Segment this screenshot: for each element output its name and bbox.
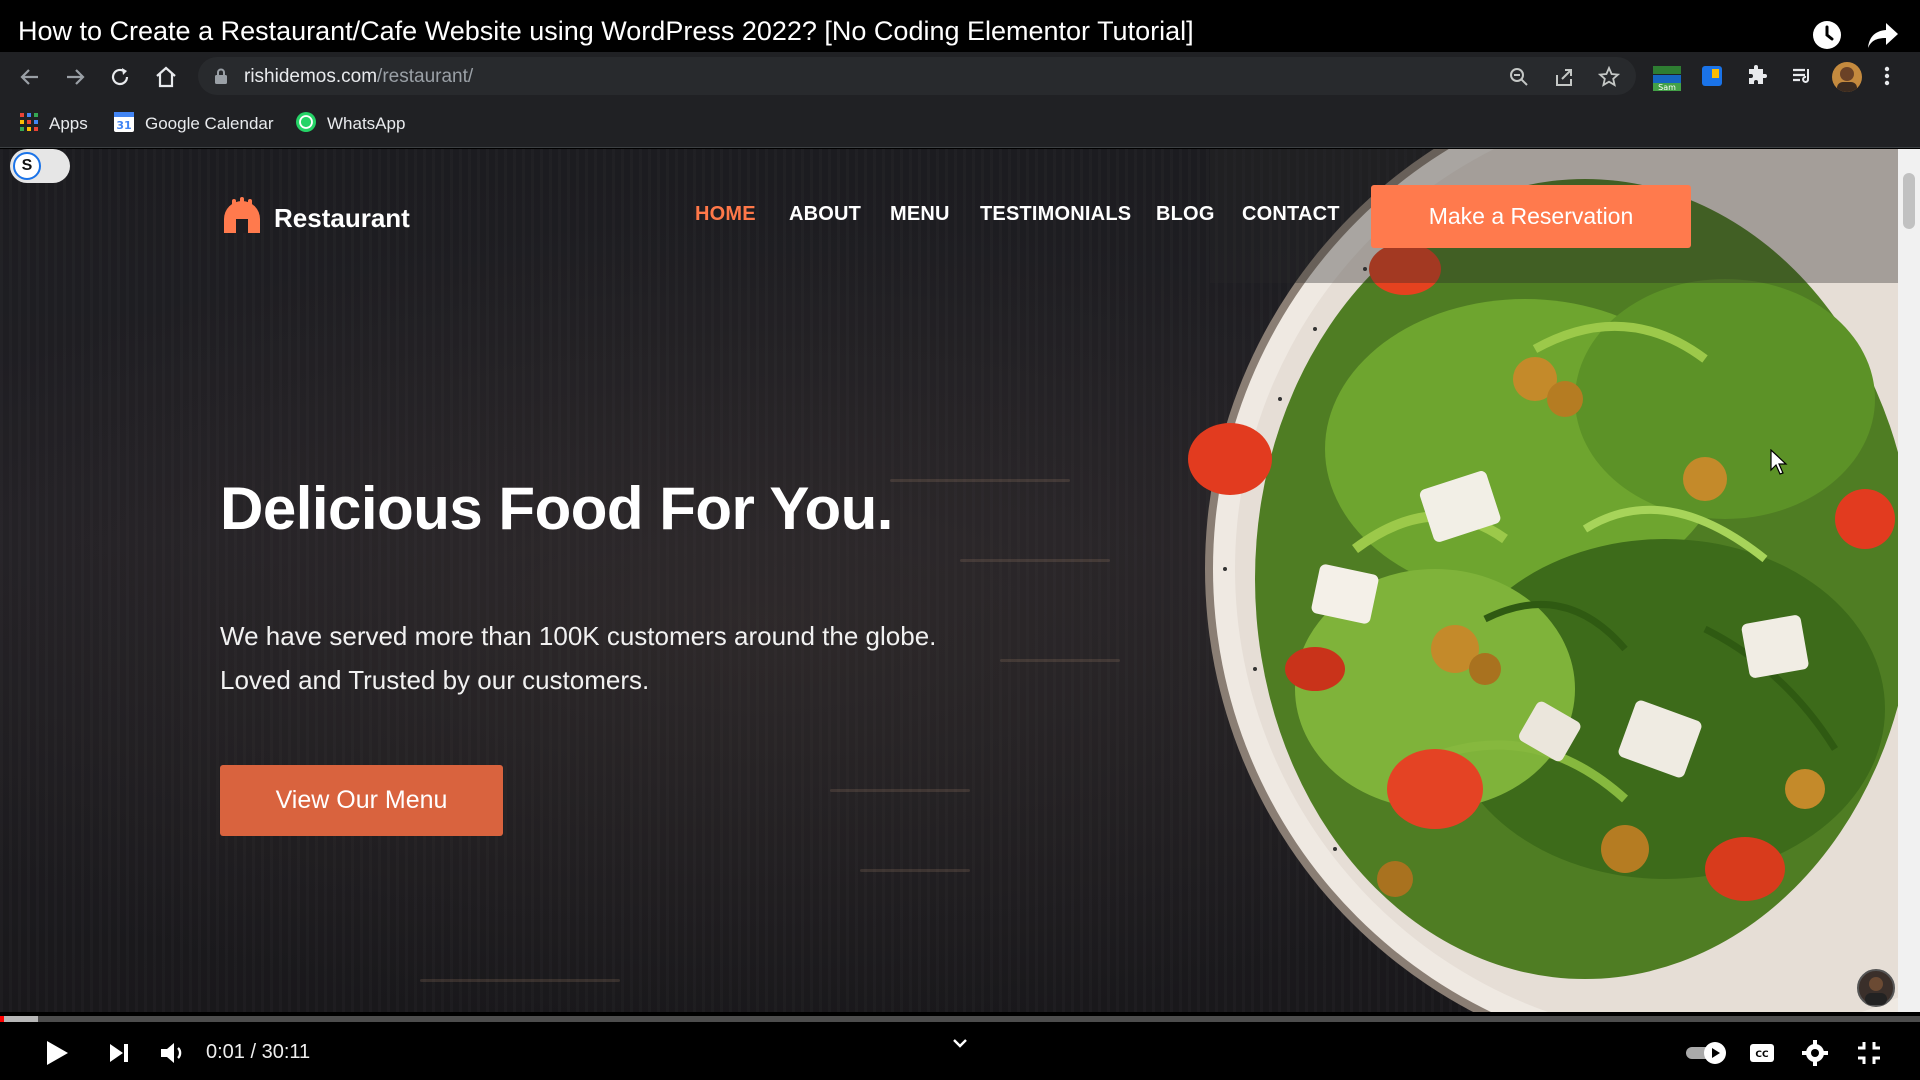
site-logo[interactable]: Restaurant bbox=[220, 197, 410, 240]
bookmark-label: Google Calendar bbox=[145, 114, 274, 133]
nav-menu[interactable]: MENU bbox=[890, 203, 950, 226]
time-display: 0:01 / 30:11 bbox=[206, 1041, 311, 1063]
play-icon[interactable] bbox=[42, 1038, 72, 1068]
extensions-icon[interactable] bbox=[1745, 64, 1773, 92]
share-page-icon[interactable] bbox=[1553, 66, 1575, 88]
video-title-bar: How to Create a Restaurant/Cafe Website … bbox=[0, 0, 1920, 52]
hero-title: Delicious Food For You. bbox=[220, 475, 893, 542]
restaurant-logo-icon bbox=[220, 197, 264, 240]
bookmark-whatsapp[interactable]: WhatsApp bbox=[295, 111, 406, 138]
whatsapp-icon bbox=[295, 111, 317, 138]
extension-toggle[interactable]: S bbox=[10, 149, 70, 183]
wood-texture bbox=[1000, 659, 1120, 662]
exit-fullscreen-icon[interactable] bbox=[1854, 1038, 1884, 1068]
toggle-knob: S bbox=[13, 152, 41, 180]
website-viewport: S Restaurant HOME ABOUT MENU TESTIMONIAL… bbox=[0, 149, 1898, 1012]
url-text[interactable]: rishidemos.com/restaurant/ bbox=[244, 66, 473, 88]
bookmark-google-calendar[interactable]: 31 Google Calendar bbox=[113, 111, 274, 138]
presenter-avatar bbox=[1857, 969, 1895, 1007]
address-bar[interactable]: rishidemos.com/restaurant/ bbox=[198, 57, 1636, 95]
docs-extension-icon[interactable] bbox=[1700, 64, 1728, 92]
bookmarks-bar: Apps 31 Google Calendar WhatsApp bbox=[0, 100, 1920, 148]
lock-icon[interactable] bbox=[214, 68, 228, 89]
nav-testimonials[interactable]: TESTIMONIALS bbox=[980, 203, 1131, 226]
google-calendar-icon: 31 bbox=[113, 111, 135, 138]
forward-icon[interactable] bbox=[62, 64, 88, 90]
wood-texture bbox=[860, 869, 970, 872]
svg-text:Sam: Sam bbox=[1658, 83, 1676, 92]
wood-texture bbox=[960, 559, 1110, 562]
captions-icon[interactable]: CC bbox=[1747, 1038, 1777, 1068]
home-icon[interactable] bbox=[153, 64, 179, 90]
scrollbar-thumb[interactable] bbox=[1903, 173, 1915, 229]
url-path: /restaurant/ bbox=[377, 66, 474, 87]
nav-blog[interactable]: BLOG bbox=[1156, 203, 1215, 226]
next-icon[interactable] bbox=[104, 1038, 134, 1068]
settings-icon[interactable] bbox=[1800, 1038, 1830, 1068]
sam-extension-icon[interactable]: Sam bbox=[1652, 64, 1681, 92]
share-icon[interactable] bbox=[1866, 19, 1900, 51]
chevron-down-icon[interactable] bbox=[950, 1036, 970, 1055]
autoplay-toggle[interactable] bbox=[1685, 1038, 1729, 1068]
wood-texture bbox=[420, 979, 620, 982]
back-icon[interactable] bbox=[17, 64, 43, 90]
bookmark-apps[interactable]: Apps bbox=[19, 112, 88, 136]
bookmark-label: WhatsApp bbox=[327, 114, 406, 133]
wood-texture bbox=[830, 789, 970, 792]
hero-subtitle: We have served more than 100K customers … bbox=[220, 621, 937, 695]
logo-text: Restaurant bbox=[274, 203, 410, 233]
profile-avatar[interactable] bbox=[1832, 62, 1862, 92]
volume-icon[interactable] bbox=[158, 1038, 188, 1068]
reload-icon[interactable] bbox=[107, 64, 133, 90]
mouse-cursor-icon bbox=[1770, 448, 1788, 480]
view-menu-button[interactable]: View Our Menu bbox=[220, 765, 503, 836]
browser-toolbar: rishidemos.com/restaurant/ Sam bbox=[0, 52, 1920, 100]
wood-texture bbox=[890, 479, 1070, 482]
apps-grid-icon bbox=[19, 112, 39, 137]
nav-contact[interactable]: CONTACT bbox=[1242, 203, 1340, 226]
make-reservation-button[interactable]: Make a Reservation bbox=[1371, 185, 1691, 248]
video-title[interactable]: How to Create a Restaurant/Cafe Website … bbox=[18, 16, 1194, 47]
url-host: rishidemos.com bbox=[244, 66, 378, 87]
bookmark-label: Apps bbox=[49, 114, 88, 133]
nav-about[interactable]: ABOUT bbox=[789, 203, 861, 226]
reading-list-icon[interactable] bbox=[1790, 64, 1818, 92]
player-controls: 0:01 / 30:11 CC bbox=[0, 1022, 1920, 1080]
kebab-menu-icon[interactable] bbox=[1882, 64, 1910, 92]
svg-text:CC: CC bbox=[1755, 1050, 1769, 1060]
bookmark-star-icon[interactable] bbox=[1597, 65, 1621, 88]
page-scrollbar[interactable] bbox=[1898, 149, 1920, 1012]
svg-text:31: 31 bbox=[116, 119, 131, 132]
nav-home[interactable]: HOME bbox=[695, 203, 756, 226]
zoom-icon[interactable] bbox=[1508, 66, 1530, 88]
watch-later-icon[interactable] bbox=[1811, 19, 1843, 51]
